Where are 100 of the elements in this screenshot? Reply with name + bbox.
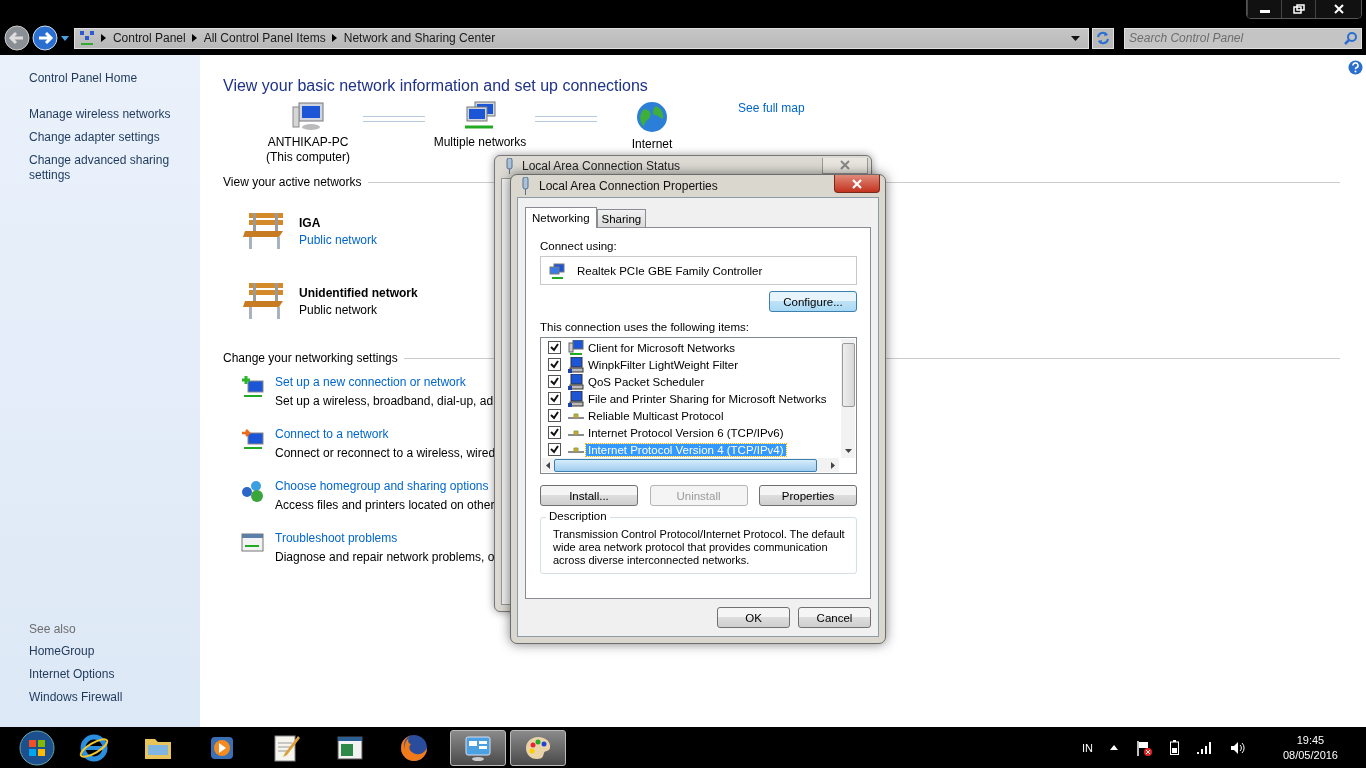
computer-service-icon <box>568 356 584 373</box>
new-connection-icon <box>241 375 265 399</box>
minimize-button[interactable] <box>1247 0 1281 18</box>
list-item[interactable]: WinpkFilter LightWeight Filter <box>586 358 740 371</box>
checkbox[interactable] <box>548 341 561 354</box>
taskbar-app-button[interactable] <box>510 729 566 766</box>
list-item[interactable]: Internet Protocol Version 6 (TCP/IPv6) <box>586 426 786 439</box>
homegroup-icon <box>241 479 265 503</box>
page-heading: View your basic network information and set up connections <box>223 77 649 95</box>
restore-button[interactable] <box>1281 0 1315 18</box>
scroll-down-icon[interactable] <box>844 449 852 453</box>
close-icon <box>851 178 863 189</box>
adapter-field: Realtek PCIe GBE Family Controller <box>540 256 857 285</box>
networked-computers-icon[interactable] <box>463 101 497 131</box>
troubleshoot-icon <box>241 531 265 555</box>
configure-button[interactable]: Configure... <box>769 291 857 312</box>
start-button[interactable] <box>19 729 55 766</box>
dialog-button[interactable]: OK <box>717 607 790 628</box>
task-link[interactable]: Choose homegroup and sharing options <box>275 479 495 493</box>
window-title: Local Area Connection Properties <box>539 179 719 193</box>
group-title: Description <box>546 510 610 522</box>
tab[interactable]: Networking <box>525 207 597 228</box>
address-bar[interactable]: Control Panel All Control Panel Items Network and Sharing Center <box>73 27 1090 49</box>
clock-time[interactable]: 19:45 <box>1296 732 1325 748</box>
sidebar-link[interactable]: Control Panel Home <box>29 71 179 86</box>
action-button[interactable]: Properties <box>759 485 857 506</box>
network-name: Unidentified network <box>299 286 418 300</box>
protocol-icon <box>568 429 584 436</box>
computer-icon[interactable] <box>291 101 325 131</box>
list-item[interactable]: Client for Microsoft Networks <box>586 341 737 354</box>
help-icon[interactable] <box>1348 60 1363 75</box>
list-item[interactable]: File and Printer Sharing for Microsoft Networks <box>586 392 829 405</box>
scroll-right-icon[interactable] <box>831 461 835 469</box>
refresh-button[interactable] <box>1092 27 1115 49</box>
network-type: Public network <box>299 303 379 317</box>
checkbox[interactable] <box>548 443 561 456</box>
section-title: See also <box>29 622 77 636</box>
network-plug-icon <box>505 157 514 174</box>
signal-icon[interactable] <box>1196 741 1212 754</box>
globe-icon[interactable] <box>636 101 668 133</box>
browser-icon <box>79 732 109 763</box>
list-label: This connection uses the following items: <box>540 321 751 333</box>
network-type-link[interactable]: Public network <box>299 233 378 247</box>
close-button[interactable] <box>834 175 880 193</box>
search-icon[interactable] <box>1344 31 1357 45</box>
list-item[interactable]: QoS Packet Scheduler <box>586 375 707 388</box>
sidebar-link[interactable]: Change advanced sharing settings <box>29 153 179 183</box>
connect-icon <box>241 427 265 451</box>
vertical-scrollbar[interactable] <box>841 339 855 458</box>
field-label: Connect using: <box>540 240 618 252</box>
back-button[interactable] <box>4 25 30 51</box>
horizontal-scrollbar[interactable] <box>542 458 839 472</box>
firefox-icon <box>399 732 429 763</box>
dropdown-icon[interactable] <box>61 35 69 41</box>
battery-icon[interactable] <box>1169 740 1179 755</box>
sidebar-link[interactable]: Manage wireless networks <box>29 107 179 122</box>
flag-icon[interactable] <box>1135 739 1152 756</box>
forward-button[interactable] <box>32 25 58 51</box>
dropdown-icon[interactable] <box>1071 35 1081 41</box>
tab[interactable]: Sharing <box>596 209 647 227</box>
sidebar-link[interactable]: HomeGroup <box>29 644 179 659</box>
breadcrumb[interactable]: Control Panel <box>112 31 186 45</box>
scroll-left-icon[interactable] <box>546 461 550 469</box>
checkbox[interactable] <box>548 426 561 439</box>
map-label: Multiple networks <box>433 135 527 150</box>
close-button[interactable] <box>1315 0 1361 18</box>
clock-date[interactable]: 08/05/2016 <box>1282 747 1338 763</box>
taskbar-app-button[interactable] <box>450 729 506 766</box>
see-full-map-link[interactable]: See full map <box>738 101 805 115</box>
checkbox[interactable] <box>548 358 561 371</box>
checkbox[interactable] <box>548 375 561 388</box>
checkbox[interactable] <box>548 409 561 422</box>
chevron-icon <box>191 34 198 42</box>
dialog-button[interactable]: Cancel <box>798 607 871 628</box>
sidebar-link[interactable]: Windows Firewall <box>29 690 179 705</box>
checkbox[interactable] <box>548 392 561 405</box>
language-indicator[interactable]: IN <box>1081 741 1093 754</box>
map-label: Internet <box>631 137 673 152</box>
close-icon <box>1332 4 1345 14</box>
task-description: Set up a wireless, broadband, dial-up, ad <box>275 394 494 408</box>
list-item[interactable]: Reliable Multicast Protocol <box>586 409 726 422</box>
breadcrumb[interactable]: All Control Panel Items <box>203 31 326 45</box>
refresh-icon <box>1096 31 1111 45</box>
network-icon <box>78 30 95 46</box>
restore-icon <box>1292 4 1305 14</box>
section-title: Change your networking settings <box>223 351 398 365</box>
action-button[interactable]: Install... <box>540 485 638 506</box>
map-label: (This computer) <box>266 150 350 165</box>
task-link[interactable]: Troubleshoot problems <box>275 531 495 545</box>
section-title: View your active networks <box>223 175 362 189</box>
sidebar-link[interactable]: Internet Options <box>29 667 179 682</box>
task-link[interactable]: Set up a new connection or network <box>275 375 494 389</box>
search-field[interactable]: Search Control Panel <box>1124 27 1362 49</box>
speaker-icon[interactable] <box>1229 740 1246 755</box>
task-link[interactable]: Connect to a network <box>275 427 496 441</box>
sidebar-link[interactable]: Change adapter settings <box>29 130 179 145</box>
window-title: Local Area Connection Status <box>522 158 682 173</box>
breadcrumb[interactable]: Network and Sharing Center <box>343 31 496 45</box>
network-adapter-icon <box>549 262 565 279</box>
show-hidden-icons-icon[interactable] <box>1109 745 1118 750</box>
